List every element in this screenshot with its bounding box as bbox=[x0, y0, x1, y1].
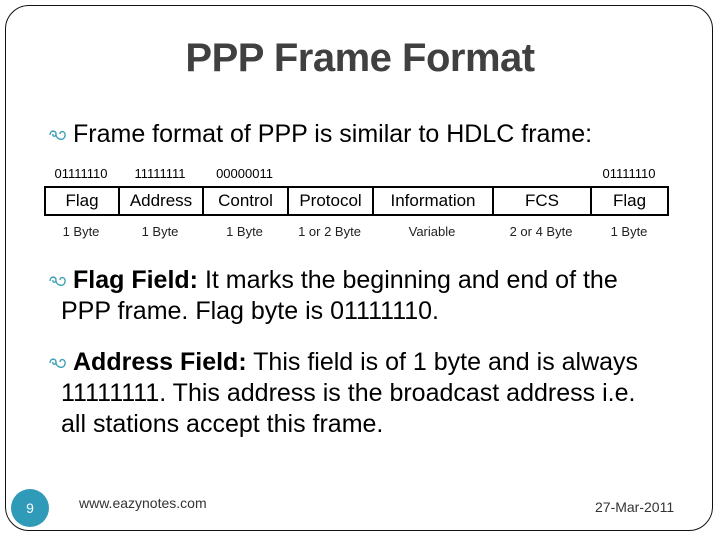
intro-text: Frame format of PPP is similar to HDLC f… bbox=[73, 120, 593, 148]
flag-field-line2: PPP frame. Flag byte is 01111110. bbox=[61, 297, 439, 325]
size-protocol: 1 or 2 Byte bbox=[298, 224, 361, 239]
address-field-bullet: Address Field: This field is of 1 byte a… bbox=[49, 347, 703, 440]
field-control: Control bbox=[204, 188, 289, 214]
footer-website: www.eazynotes.com bbox=[79, 495, 207, 511]
page-number-badge: 9 bbox=[11, 489, 49, 527]
size-address: 1 Byte bbox=[141, 224, 179, 239]
ppp-frame-diagram: Flag Address Control Protocol Informatio… bbox=[44, 186, 669, 216]
bits-address: 11111111 bbox=[134, 166, 186, 181]
size-flag-start: 1 Byte bbox=[62, 224, 100, 239]
field-fcs: FCS bbox=[494, 188, 592, 214]
size-flag-end: 1 Byte bbox=[610, 224, 648, 239]
bits-flag-start: 01111110 bbox=[54, 166, 108, 181]
field-flag-end: Flag bbox=[612, 191, 647, 210]
bits-flag-end: 01111110 bbox=[602, 166, 656, 181]
curl-bullet-icon bbox=[49, 276, 66, 286]
address-field-label: Address Field: bbox=[73, 348, 247, 376]
flag-field-bullet: Flag Field: It marks the beginning and e… bbox=[49, 265, 693, 327]
flag-field-label: Flag Field: bbox=[73, 266, 198, 294]
intro-bullet: Frame format of PPP is similar to HDLC f… bbox=[49, 119, 593, 150]
address-field-line3: all stations accept this frame. bbox=[61, 410, 384, 438]
address-field-line2: 11111111. This address is the broadcast … bbox=[61, 379, 636, 407]
field-information: Information bbox=[374, 188, 494, 214]
size-fcs: 2 or 4 Byte bbox=[509, 224, 573, 239]
curl-bullet-icon bbox=[49, 130, 66, 140]
flag-field-line1: It marks the beginning and end of the bbox=[198, 266, 618, 294]
size-information: Variable bbox=[408, 224, 456, 239]
curl-bullet-icon bbox=[49, 358, 66, 368]
address-field-line1: This field is of 1 byte and is always bbox=[246, 348, 639, 376]
field-flag-start: Flag bbox=[46, 188, 120, 214]
size-control: 1 Byte bbox=[226, 224, 263, 239]
footer-date: 27-Mar-2011 bbox=[595, 499, 675, 515]
slide-title: PPP Frame Format bbox=[185, 36, 535, 80]
field-address: Address bbox=[120, 188, 204, 214]
bits-control: 00000011 bbox=[216, 166, 273, 181]
field-protocol: Protocol bbox=[289, 188, 374, 214]
